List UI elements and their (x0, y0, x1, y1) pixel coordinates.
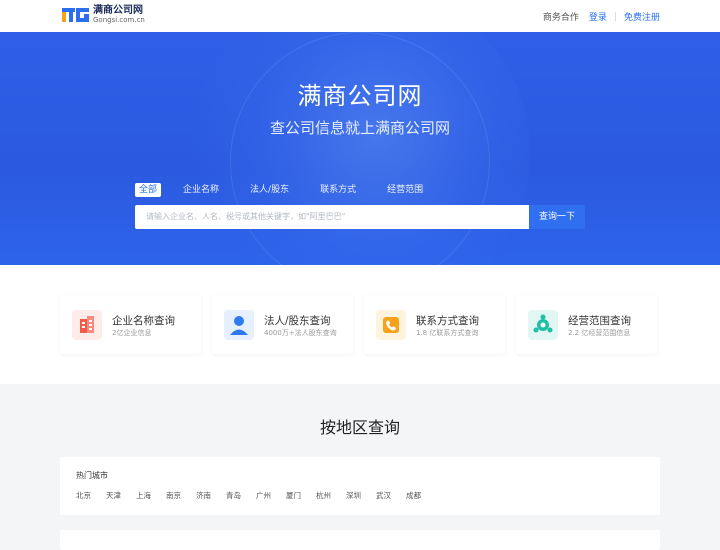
feature-card-business-scope[interactable]: 经营范围查询 2.2 亿经营范围信息 (516, 294, 657, 354)
search-input[interactable]: 请输入企业名、人名、税号或其他关键字，如"阿里巴巴" (135, 205, 529, 229)
tab-business-scope[interactable]: 经营范围 (383, 183, 427, 197)
city-link[interactable]: 天津 (106, 490, 136, 501)
person-icon (224, 310, 254, 340)
search-button[interactable]: 查询一下 (529, 205, 585, 229)
network-icon (528, 310, 558, 340)
top-navigation-bar: 满商公司网 Gongsi.com.cn 商务合作 登录 | 免费注册 (0, 0, 720, 32)
city-link[interactable]: 厦门 (286, 490, 316, 501)
feature-desc: 2亿企业信息 (112, 329, 152, 337)
feature-desc: 2.2 亿经营范围信息 (568, 329, 631, 337)
logo-mark-icon (62, 6, 90, 24)
tab-all[interactable]: 全部 (135, 183, 162, 197)
login-link[interactable]: 登录 (589, 10, 607, 23)
tab-contact[interactable]: 联系方式 (316, 183, 360, 197)
hero-subtitle: 查公司信息就上满商公司网 (269, 119, 450, 137)
top-links: 商务合作 登录 | 免费注册 (543, 10, 660, 24)
region-title: 按地区查询 (319, 418, 400, 437)
feature-title: 企业名称查询 (112, 315, 175, 327)
building-icon (72, 310, 102, 340)
city-link[interactable]: 青岛 (226, 490, 256, 501)
logo-domain: Gongsi.com.cn (93, 16, 145, 24)
search-tabs: 全部 企业名称 法人/股东 联系方式 经营范围 (135, 183, 450, 197)
feature-desc: 1.8 亿联系方式查询 (416, 329, 479, 337)
tab-legal-person[interactable]: 法人/股东 (246, 183, 293, 197)
feature-desc: 4000万+法人股东查询 (264, 329, 337, 337)
city-link[interactable]: 杭州 (316, 490, 346, 501)
site-logo[interactable]: 满商公司网 Gongsi.com.cn (62, 6, 145, 24)
province-panel (60, 530, 660, 550)
city-link[interactable]: 上海 (136, 490, 166, 501)
feature-card-legal-person[interactable]: 法人/股东查询 4000万+法人股东查询 (212, 294, 353, 354)
city-link[interactable]: 南京 (166, 490, 196, 501)
hero-banner: 满商公司网 查公司信息就上满商公司网 全部 企业名称 法人/股东 联系方式 经营… (0, 32, 720, 265)
city-link[interactable]: 深圳 (346, 490, 376, 501)
register-link[interactable]: 免费注册 (624, 10, 660, 23)
city-link[interactable]: 武汉 (376, 490, 406, 501)
tab-company-name[interactable]: 企业名称 (179, 183, 223, 197)
feature-title: 法人/股东查询 (264, 315, 331, 327)
city-list: 北京 天津 上海 南京 济南 青岛 广州 厦门 杭州 深圳 武汉 成都 (76, 490, 436, 501)
logo-name: 满商公司网 (93, 5, 143, 16)
city-link[interactable]: 北京 (76, 490, 106, 501)
hero-title: 满商公司网 (297, 82, 423, 110)
feature-cards: 企业名称查询 2亿企业信息 法人/股东查询 4000万+法人股东查询 联系方式查… (60, 294, 660, 354)
phone-icon (376, 310, 406, 340)
city-link[interactable]: 济南 (196, 490, 226, 501)
feature-title: 经营范围查询 (568, 315, 631, 327)
hot-cities-panel: 热门城市 北京 天津 上海 南京 济南 青岛 广州 厦门 杭州 深圳 武汉 成都 (60, 457, 660, 515)
link-separator: | (613, 11, 617, 22)
city-link[interactable]: 成都 (406, 490, 436, 501)
feature-card-company-name[interactable]: 企业名称查询 2亿企业信息 (60, 294, 201, 354)
city-link[interactable]: 广州 (256, 490, 286, 501)
feature-title: 联系方式查询 (416, 315, 479, 327)
feature-card-contact[interactable]: 联系方式查询 1.8 亿联系方式查询 (364, 294, 505, 354)
business-cooperation-link[interactable]: 商务合作 (543, 10, 579, 23)
hot-cities-label: 热门城市 (76, 471, 108, 480)
